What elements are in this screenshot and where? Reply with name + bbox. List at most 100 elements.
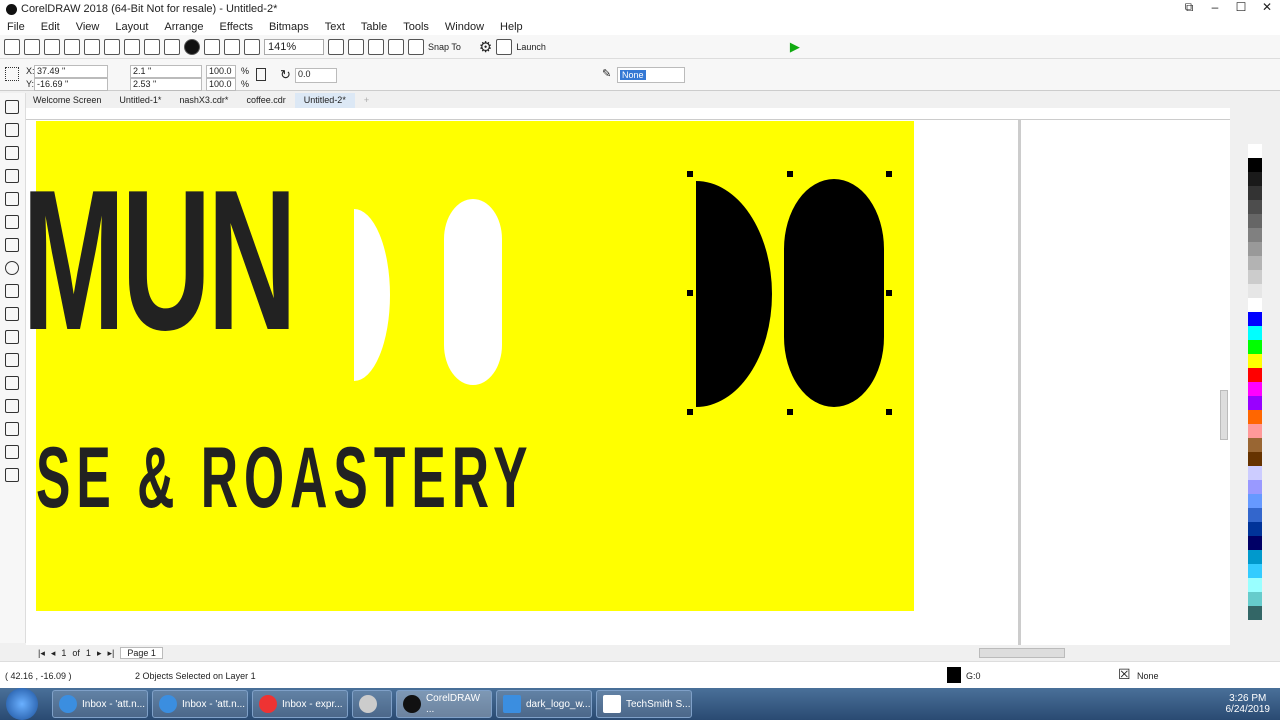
palette-swatch[interactable] [1248, 186, 1262, 200]
options-gear-icon[interactable]: ⚙ [479, 38, 492, 56]
cut-icon[interactable] [84, 38, 100, 55]
selection-handle[interactable] [787, 171, 793, 177]
shape-tool-icon[interactable] [5, 123, 19, 137]
maximize-button[interactable]: ☐ [1228, 0, 1254, 15]
palette-swatch[interactable] [1248, 214, 1262, 228]
selection-handle[interactable] [886, 171, 892, 177]
last-page-icon[interactable]: ▸| [107, 648, 114, 659]
palette-swatch[interactable] [1248, 172, 1262, 186]
white-d-shape[interactable] [354, 209, 390, 381]
y-position-field[interactable]: -16.69 " [34, 78, 108, 91]
smart-fill-tool-icon[interactable] [5, 468, 19, 482]
close-button[interactable]: ✕ [1254, 0, 1280, 15]
menu-help[interactable]: Help [500, 21, 523, 33]
play-icon[interactable]: ▶ [790, 39, 800, 55]
launch-dropdown[interactable]: Launch [516, 42, 546, 52]
grid-icon[interactable] [368, 38, 384, 55]
transparency-tool-icon[interactable] [5, 399, 19, 413]
palette-swatch[interactable] [1248, 564, 1262, 578]
selection-handle[interactable] [787, 409, 793, 415]
minimize-button[interactable]: – [1202, 0, 1228, 15]
palette-swatch[interactable] [1248, 298, 1262, 312]
taskbar-ie-inbox-1[interactable]: Inbox - 'att.n... [52, 690, 148, 718]
first-page-icon[interactable]: |◂ [38, 648, 45, 659]
tab-coffee[interactable]: coffee.cdr [237, 93, 294, 108]
palette-swatch[interactable] [1248, 354, 1262, 368]
horizontal-scrollbar[interactable] [978, 648, 1065, 658]
rotation-field[interactable]: 0.0 [295, 68, 337, 83]
polygon-tool-icon[interactable] [5, 284, 19, 298]
palette-swatch[interactable] [1248, 480, 1262, 494]
undo-icon[interactable] [144, 38, 160, 55]
palette-swatch[interactable] [1248, 312, 1262, 326]
logo-text-mun[interactable]: MUN [26, 161, 297, 361]
full-screen-icon[interactable] [328, 38, 344, 55]
palette-swatch[interactable] [1248, 606, 1262, 620]
palette-swatch[interactable] [1248, 228, 1262, 242]
redo-icon[interactable] [164, 38, 180, 55]
outline-width-select[interactable]: None [617, 67, 685, 83]
height-field[interactable]: 2.53 " [130, 78, 202, 91]
menu-table[interactable]: Table [361, 21, 387, 33]
scale-y-field[interactable]: 100.0 [206, 78, 236, 91]
freehand-tool-icon[interactable] [5, 192, 19, 206]
previous-page-icon[interactable]: ◂ [51, 648, 56, 659]
menu-tools[interactable]: Tools [403, 21, 429, 33]
tab-untitled-1[interactable]: Untitled-1* [110, 93, 170, 108]
palette-swatch[interactable] [1248, 536, 1262, 550]
palette-swatch[interactable] [1248, 270, 1262, 284]
no-outline-icon[interactable]: ☒ [1118, 666, 1131, 683]
zoom-tool-icon[interactable] [5, 169, 19, 183]
parallel-dimension-tool-icon[interactable] [5, 330, 19, 344]
palette-swatch[interactable] [1248, 550, 1262, 564]
palette-swatch[interactable] [1248, 396, 1262, 410]
text-tool-icon[interactable] [5, 307, 19, 321]
snap-off-icon[interactable] [408, 38, 424, 55]
connector-tool-icon[interactable] [5, 353, 19, 367]
start-button[interactable] [6, 688, 38, 720]
selection-handle[interactable] [687, 290, 693, 296]
new-document-icon[interactable] [4, 38, 20, 55]
palette-swatch[interactable] [1248, 466, 1262, 480]
palette-swatch[interactable] [1248, 382, 1262, 396]
palette-swatch[interactable] [1248, 340, 1262, 354]
palette-swatch[interactable] [1248, 284, 1262, 298]
palette-swatch[interactable] [1248, 494, 1262, 508]
paste-icon[interactable] [124, 38, 140, 55]
save-icon[interactable] [44, 38, 60, 55]
black-d-shape[interactable] [696, 181, 772, 407]
export-icon[interactable] [224, 38, 240, 55]
rectangle-tool-icon[interactable] [5, 238, 19, 252]
selection-handle[interactable] [886, 409, 892, 415]
palette-swatch[interactable] [1248, 326, 1262, 340]
import-icon[interactable] [204, 38, 220, 55]
selection-handle[interactable] [687, 171, 693, 177]
vertical-scrollbar[interactable] [1220, 390, 1228, 440]
menu-edit[interactable]: Edit [41, 21, 60, 33]
selection-handle[interactable] [886, 290, 892, 296]
palette-swatch[interactable] [1248, 424, 1262, 438]
palette-swatch[interactable] [1248, 368, 1262, 382]
crop-tool-icon[interactable] [5, 146, 19, 160]
width-field[interactable]: 2.1 " [130, 65, 202, 78]
selection-handle[interactable] [687, 409, 693, 415]
taskbar-chrome-inbox[interactable]: Inbox - expr... [252, 690, 348, 718]
palette-swatch[interactable] [1248, 578, 1262, 592]
copy-icon[interactable] [104, 38, 120, 55]
palette-swatch[interactable] [1248, 508, 1262, 522]
horizontal-ruler[interactable] [26, 108, 1230, 120]
palette-swatch[interactable] [1248, 200, 1262, 214]
tab-untitled-2[interactable]: Untitled-2* [294, 93, 355, 108]
interactive-fill-tool-icon[interactable] [5, 445, 19, 459]
ellipse-tool-icon[interactable] [5, 261, 19, 275]
tab-nashx3[interactable]: nashX3.cdr* [170, 93, 237, 108]
tab-welcome-screen[interactable]: Welcome Screen [24, 93, 110, 108]
page-1-tab[interactable]: Page 1 [120, 647, 163, 659]
palette-swatch[interactable] [1248, 522, 1262, 536]
scale-x-field[interactable]: 100.0 [206, 65, 236, 78]
palette-swatch[interactable] [1248, 452, 1262, 466]
launch-icon[interactable] [496, 38, 513, 55]
palette-swatch[interactable] [1248, 242, 1262, 256]
open-icon[interactable] [24, 38, 40, 55]
drop-shadow-tool-icon[interactable] [5, 376, 19, 390]
